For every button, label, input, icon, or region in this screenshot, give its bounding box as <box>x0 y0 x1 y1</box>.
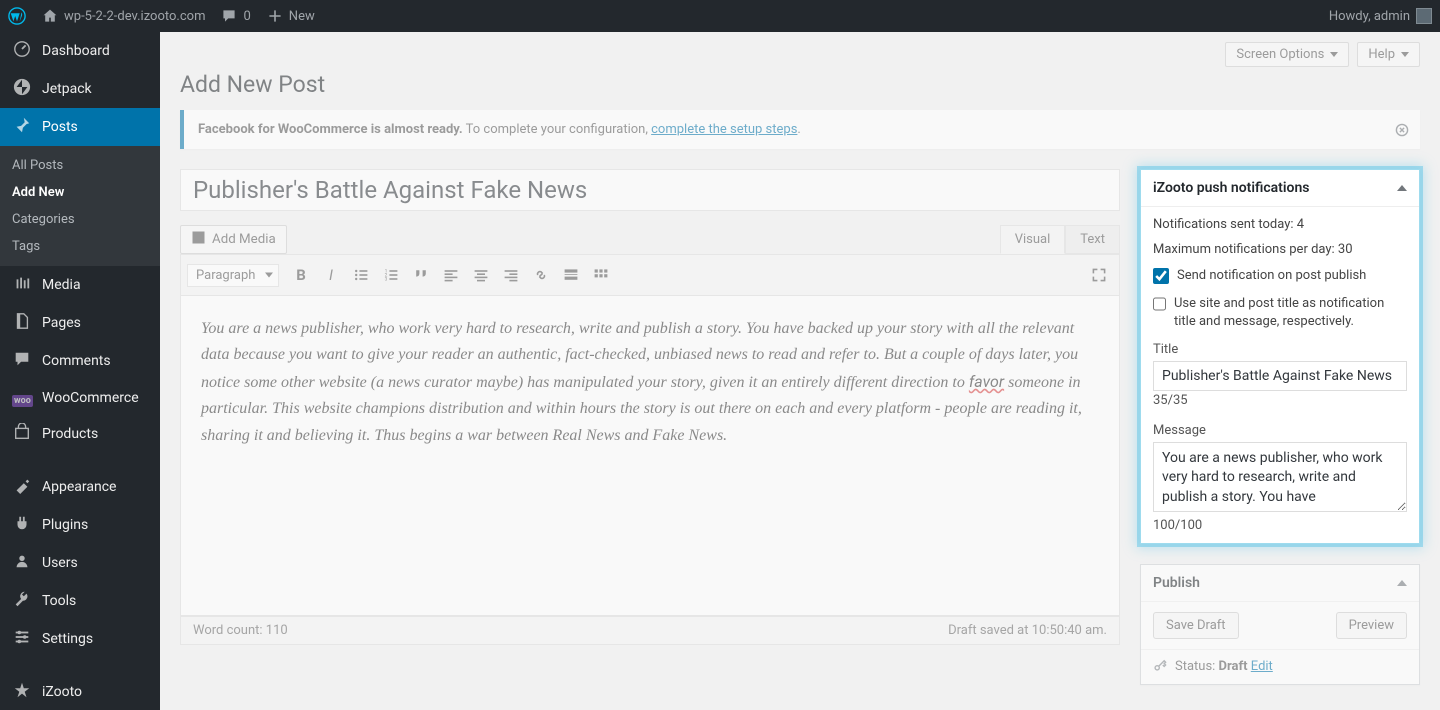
sidebar-item-pages[interactable]: Pages <box>0 304 160 342</box>
pages-icon <box>12 312 32 334</box>
account-link[interactable]: Howdy, admin <box>1321 0 1440 32</box>
use-titles-checkbox[interactable]: Use site and post title as notification … <box>1153 295 1407 331</box>
admin-sidebar: DashboardJetpackPosts All PostsAdd NewCat… <box>0 32 160 710</box>
sidebar-item-media[interactable]: Media <box>0 266 160 304</box>
izooto-icon <box>12 681 32 703</box>
media-icon <box>12 274 32 296</box>
add-media-button[interactable]: Add Media <box>180 225 287 254</box>
izooto-panel: iZooto push notifications Notifications … <box>1140 169 1420 544</box>
editor-toolbar: Paragraph B I 123 <box>180 254 1120 296</box>
sidebar-item-products[interactable]: Products <box>0 415 160 453</box>
tools-icon <box>12 590 32 612</box>
submenu-item-all-posts[interactable]: All Posts <box>0 152 160 179</box>
collapse-icon <box>1397 185 1407 191</box>
appearance-icon <box>12 476 32 498</box>
sidebar-item-appearance[interactable]: Appearance <box>0 468 160 506</box>
submenu-item-add-new[interactable]: Add New <box>0 179 160 206</box>
chevron-down-icon <box>1401 52 1409 57</box>
dash-icon <box>12 40 32 62</box>
tab-text[interactable]: Text <box>1065 225 1120 254</box>
sidebar-item-woocommerce[interactable]: wooWooCommerce <box>0 380 160 415</box>
publish-panel-header[interactable]: Publish <box>1141 565 1419 602</box>
site-link[interactable]: wp-5-2-2-dev.izooto.com <box>34 0 213 32</box>
draft-saved: Draft saved at 10:50:40 am. <box>948 623 1107 638</box>
bullet-list-button[interactable] <box>347 261 375 289</box>
settings-icon <box>12 628 32 650</box>
editor-body[interactable]: You are a news publisher, who work very … <box>180 296 1120 616</box>
editor-status-bar: Word count: 110 Draft saved at 10:50:40 … <box>180 616 1120 645</box>
tab-visual[interactable]: Visual <box>1000 225 1066 254</box>
blockquote-button[interactable] <box>407 261 435 289</box>
greeting: Howdy, admin <box>1329 9 1410 24</box>
publish-panel: Publish Save Draft Preview Status: Draft… <box>1140 564 1420 685</box>
save-draft-button[interactable]: Save Draft <box>1153 612 1239 639</box>
link-button[interactable] <box>527 261 555 289</box>
products-icon <box>12 423 32 445</box>
site-name: wp-5-2-2-dev.izooto.com <box>64 9 205 24</box>
comments-count: 0 <box>243 9 250 24</box>
users-icon <box>12 552 32 574</box>
numbered-list-button[interactable]: 123 <box>377 261 405 289</box>
sidebar-item-tools[interactable]: Tools <box>0 582 160 620</box>
sidebar-item-plugins[interactable]: Plugins <box>0 506 160 544</box>
submenu-item-tags[interactable]: Tags <box>0 233 160 260</box>
preview-button[interactable]: Preview <box>1336 612 1407 639</box>
sidebar-item-posts[interactable]: Posts <box>0 108 160 146</box>
notification-message-input[interactable] <box>1153 442 1407 512</box>
send-on-publish-checkbox[interactable]: Send notification on post publish <box>1153 267 1407 285</box>
align-right-button[interactable] <box>497 261 525 289</box>
new-label: New <box>289 9 315 24</box>
admin-toolbar: wp-5-2-2-dev.izooto.com 0 New Howdy, adm… <box>0 0 1440 32</box>
sidebar-item-users[interactable]: Users <box>0 544 160 582</box>
sidebar-item-jetpack[interactable]: Jetpack <box>0 70 160 108</box>
sidebar-item-comments[interactable]: Comments <box>0 342 160 380</box>
fullscreen-button[interactable] <box>1085 261 1113 289</box>
wordpress-icon <box>8 7 26 25</box>
comments-link[interactable]: 0 <box>213 0 258 32</box>
setup-notice: Facebook for WooCommerce is almost ready… <box>180 110 1420 149</box>
sidebar-item-settings[interactable]: Settings <box>0 620 160 658</box>
woo-icon: woo <box>12 388 32 407</box>
edit-status-link[interactable]: Edit <box>1251 659 1273 674</box>
svg-text:3: 3 <box>385 277 388 283</box>
help-button[interactable]: Help <box>1357 42 1420 67</box>
comment-icon <box>221 8 237 24</box>
media-icon <box>191 230 206 249</box>
jet-icon <box>12 78 32 100</box>
screen-options-button[interactable]: Screen Options <box>1225 42 1349 67</box>
new-link[interactable]: New <box>259 0 323 32</box>
align-left-button[interactable] <box>437 261 465 289</box>
izooto-panel-header[interactable]: iZooto push notifications <box>1141 170 1419 207</box>
italic-button[interactable]: I <box>317 261 345 289</box>
align-center-button[interactable] <box>467 261 495 289</box>
more-button[interactable] <box>557 261 585 289</box>
plus-icon <box>267 8 283 24</box>
chevron-down-icon <box>1330 52 1338 57</box>
sidebar-item-izooto[interactable]: iZooto <box>0 673 160 710</box>
avatar <box>1416 8 1432 24</box>
dismiss-notice-button[interactable] <box>1392 120 1412 140</box>
title-counter: 35/35 <box>1153 393 1407 408</box>
home-icon <box>42 8 58 24</box>
main-content: Screen Options Help Add New Post Faceboo… <box>160 32 1440 710</box>
submenu-item-categories[interactable]: Categories <box>0 206 160 233</box>
setup-link[interactable]: complete the setup steps <box>651 122 797 137</box>
pin-icon <box>12 116 32 138</box>
message-counter: 100/100 <box>1153 518 1407 533</box>
plugins-icon <box>12 514 32 536</box>
toolbar-toggle-button[interactable] <box>587 261 615 289</box>
word-count: Word count: 110 <box>193 623 288 638</box>
notification-title-input[interactable] <box>1153 361 1407 391</box>
post-title-input[interactable] <box>180 169 1120 211</box>
wp-logo[interactable] <box>0 0 34 32</box>
bold-button[interactable]: B <box>287 261 315 289</box>
sidebar-item-dashboard[interactable]: Dashboard <box>0 32 160 70</box>
key-icon <box>1153 658 1167 676</box>
collapse-icon <box>1397 580 1407 586</box>
page-title: Add New Post <box>180 71 1420 110</box>
paragraph-select[interactable]: Paragraph <box>187 264 279 287</box>
comments-icon <box>12 350 32 372</box>
